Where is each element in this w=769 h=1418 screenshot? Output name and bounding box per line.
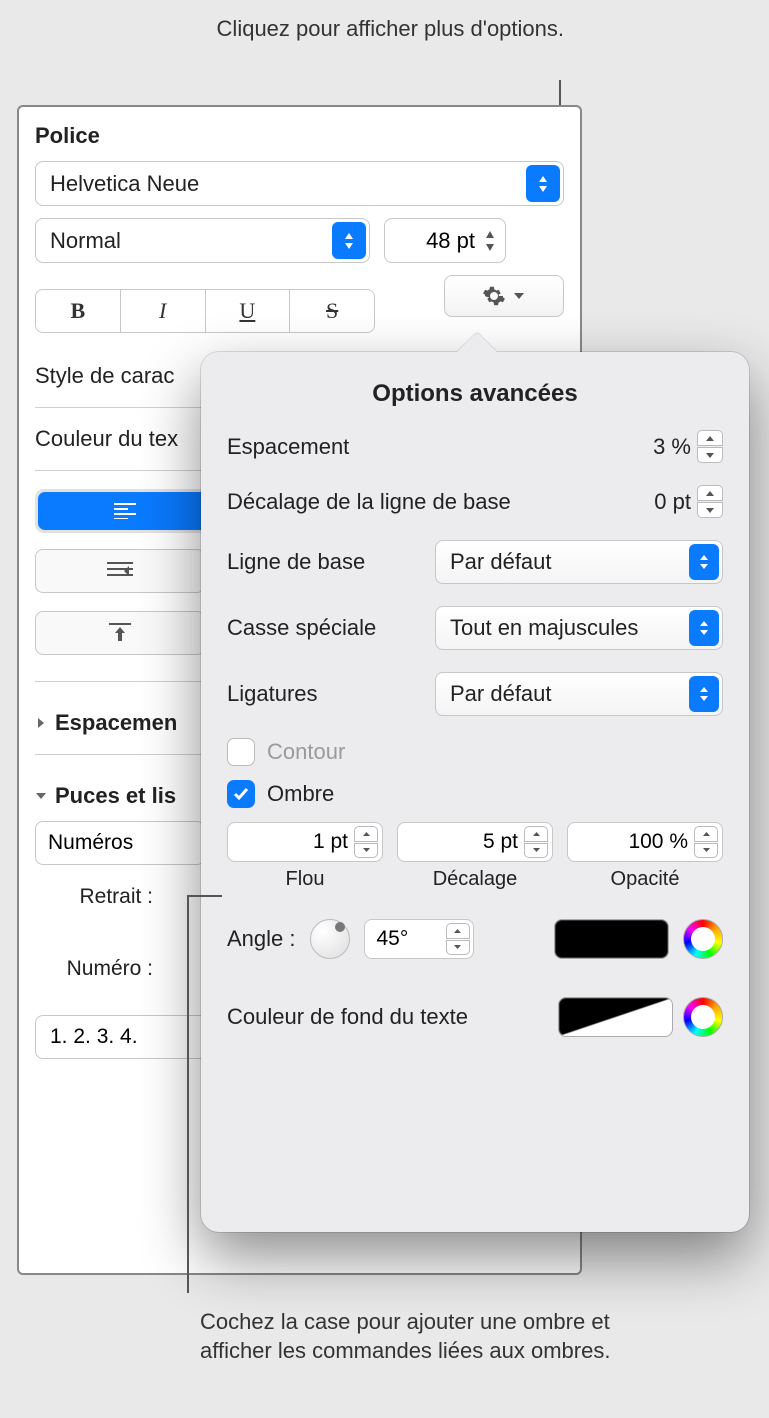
baseline-select[interactable]: Par défaut [435, 540, 723, 584]
underline-button[interactable]: U [206, 290, 291, 332]
vertical-align-button[interactable] [35, 611, 205, 655]
step-down-icon[interactable] [697, 447, 723, 463]
angle-value: 45° [377, 927, 409, 951]
popover-title: Options avancées [227, 380, 723, 408]
ligatures-select[interactable]: Par défaut [435, 672, 723, 716]
baseline-value: Par défaut [450, 549, 552, 575]
indent-right-icon [107, 562, 133, 580]
spacing-value: 3 % [631, 434, 691, 460]
chevrons-icon [689, 676, 719, 712]
text-bg-label: Couleur de fond du texte [227, 1004, 468, 1030]
shadow-label: Ombre [267, 781, 334, 807]
shadow-blur-label: Flou [286, 868, 325, 891]
outline-checkbox[interactable] [227, 738, 255, 766]
shadow-color-well[interactable] [554, 919, 669, 959]
advanced-options-button[interactable] [444, 275, 564, 317]
case-value: Tout en majuscules [450, 615, 638, 641]
shadow-opacity-field[interactable]: 100 % [567, 822, 723, 862]
text-bg-color-well[interactable] [558, 997, 673, 1037]
text-direction-button[interactable] [35, 549, 205, 593]
strikethrough-button[interactable]: S [290, 290, 374, 332]
ligatures-value: Par défaut [450, 681, 552, 707]
lists-header-label: Puces et lis [55, 783, 176, 809]
shadow-offset-label: Décalage [433, 868, 518, 891]
advanced-options-popover: Options avancées Espacement 3 % Décalage… [201, 352, 749, 1232]
italic-button[interactable]: I [121, 290, 206, 332]
step-up-icon[interactable] [694, 826, 718, 842]
spacing-label: Espacement [227, 434, 349, 460]
callout-top: Cliquez pour afficher plus d'options. [217, 15, 564, 44]
angle-field[interactable]: 45° [364, 919, 474, 959]
check-icon [232, 786, 250, 802]
font-size-value: 48 pt [426, 228, 475, 254]
ligatures-label: Ligatures [227, 681, 318, 707]
indent-label: Retrait : [35, 885, 153, 909]
shadow-blur-value: 1 pt [313, 830, 348, 854]
shadow-blur-field[interactable]: 1 pt [227, 822, 383, 862]
case-label: Casse spéciale [227, 615, 376, 641]
step-down-icon[interactable] [694, 843, 718, 859]
angle-label: Angle : [227, 926, 296, 952]
step-up-icon[interactable] [697, 430, 723, 446]
bold-button[interactable]: B [36, 290, 121, 332]
step-up-icon[interactable] [524, 826, 548, 842]
outline-label: Contour [267, 739, 345, 765]
color-picker-icon[interactable] [683, 997, 723, 1037]
step-down-icon[interactable] [446, 940, 470, 956]
baseline-offset-field[interactable]: 0 pt [631, 485, 723, 518]
shadow-checkbox[interactable] [227, 780, 255, 808]
chevron-down-icon [35, 790, 47, 802]
spacing-field[interactable]: 3 % [631, 430, 723, 463]
shadow-opacity-label: Opacité [611, 868, 680, 891]
text-style-segmented: B I U S [35, 289, 375, 333]
font-size-field[interactable]: 48 pt [384, 218, 506, 263]
callout-line [187, 895, 189, 1293]
step-down-icon[interactable] [354, 843, 378, 859]
chevrons-icon [526, 165, 560, 202]
list-type-select[interactable]: Numéros [35, 821, 205, 865]
stepper-icon[interactable] [479, 222, 501, 259]
align-top-icon [109, 623, 131, 643]
chevron-right-icon [35, 717, 47, 729]
step-up-icon[interactable] [446, 923, 470, 939]
baseline-offset-value: 0 pt [631, 489, 691, 515]
shadow-opacity-value: 100 % [628, 830, 688, 854]
gear-icon [482, 284, 506, 308]
callout-bottom: Cochez la case pour ajouter une ombre et… [200, 1308, 660, 1365]
shadow-offset-field[interactable]: 5 pt [397, 822, 553, 862]
spacing-header-label: Espacemen [55, 710, 177, 736]
font-style-value: Normal [50, 228, 121, 254]
chevron-down-icon [512, 291, 526, 301]
alignment-segment[interactable] [35, 489, 215, 533]
angle-dial[interactable] [310, 919, 350, 959]
number-label: Numéro : [35, 957, 153, 981]
step-up-icon[interactable] [697, 485, 723, 501]
chevrons-icon [689, 544, 719, 580]
shadow-offset-value: 5 pt [483, 830, 518, 854]
font-style-select[interactable]: Normal [35, 218, 370, 263]
font-family-value: Helvetica Neue [50, 171, 199, 197]
font-family-select[interactable]: Helvetica Neue [35, 161, 564, 206]
baseline-offset-label: Décalage de la ligne de base [227, 489, 511, 515]
police-section-title: Police [35, 123, 564, 149]
step-down-icon[interactable] [697, 502, 723, 518]
chevrons-icon [689, 610, 719, 646]
case-select[interactable]: Tout en majuscules [435, 606, 723, 650]
list-type-value: Numéros [48, 831, 133, 855]
chevrons-icon [332, 222, 366, 259]
step-down-icon[interactable] [524, 843, 548, 859]
list-format-value: 1. 2. 3. 4. [50, 1025, 138, 1049]
align-left-button[interactable] [38, 492, 212, 530]
color-picker-icon[interactable] [683, 919, 723, 959]
align-left-icon [114, 503, 136, 519]
step-up-icon[interactable] [354, 826, 378, 842]
baseline-label: Ligne de base [227, 549, 365, 575]
